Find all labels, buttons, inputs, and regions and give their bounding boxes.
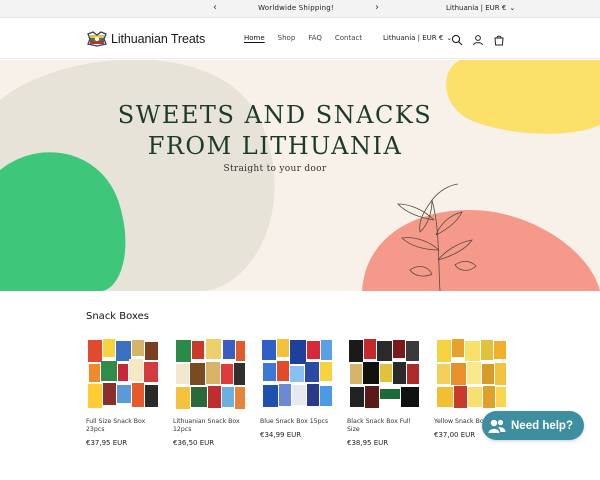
hero-banner: SWEETS AND SNACKS FROM LITHUANIA Straigh… [0, 60, 600, 291]
crest-icon [87, 31, 107, 47]
account-icon[interactable] [472, 31, 484, 46]
product-card[interactable]: Black Snack Box Full Size €38,95 EUR [347, 337, 421, 447]
product-name[interactable]: Blue Snack Box 15pcs [260, 418, 334, 426]
locale-selector-header[interactable]: Lithuania | EUR € ⌄ [383, 34, 452, 42]
product-card[interactable]: Blue Snack Box 15pcs €34,99 EUR [260, 337, 334, 439]
product-name[interactable]: Lithuanian Snack Box 12pcs [173, 418, 247, 434]
chat-button-label: Need help? [511, 419, 573, 432]
product-name[interactable]: Black Snack Box Full Size [347, 418, 421, 434]
cart-icon[interactable] [493, 31, 505, 46]
brand-name: Lithuanian Treats [111, 32, 206, 46]
nav-faq[interactable]: FAQ [308, 34, 322, 42]
hero-title-line-1: SWEETS AND SNACKS [117, 101, 433, 129]
product-price: €36,50 EUR [173, 439, 215, 447]
locale-label: Lithuania | EUR € [446, 4, 507, 12]
locale-label: Lithuania | EUR € [383, 34, 444, 42]
site-header: Lithuanian Treats Home Shop FAQ Contact … [0, 19, 600, 59]
product-price: €37,95 EUR [86, 439, 128, 447]
product-image[interactable] [347, 337, 421, 411]
locale-selector-top[interactable]: Lithuania | EUR € ⌄ [446, 4, 515, 12]
hero-title-line-2: FROM LITHUANIA [147, 132, 403, 160]
chat-people-icon [488, 419, 506, 433]
nav-contact[interactable]: Contact [335, 34, 362, 42]
header-icons [451, 31, 505, 46]
need-help-chat-button[interactable]: Need help? [482, 411, 584, 440]
product-image[interactable] [173, 337, 247, 411]
main-nav: Home Shop FAQ Contact [244, 34, 362, 42]
product-name[interactable]: Full Size Snack Box 23pcs [86, 418, 160, 434]
product-card[interactable]: Full Size Snack Box 23pcs €37,95 EUR [86, 337, 160, 447]
product-image[interactable] [434, 337, 508, 411]
nav-home[interactable]: Home [244, 34, 265, 42]
nav-shop[interactable]: Shop [278, 34, 296, 42]
brand-logo[interactable]: Lithuanian Treats [87, 31, 205, 47]
product-price: €38,95 EUR [347, 439, 389, 447]
chevron-down-icon: ⌄ [509, 4, 516, 12]
product-image[interactable] [260, 337, 334, 411]
section-title: Snack Boxes [86, 311, 149, 322]
next-announcement-arrow[interactable]: › [372, 2, 382, 14]
product-image[interactable] [86, 337, 160, 411]
hero-background-shapes [0, 60, 600, 291]
product-card[interactable]: Lithuanian Snack Box 12pcs €36,50 EUR [173, 337, 247, 447]
hero-title: SWEETS AND SNACKS FROM LITHUANIA [0, 100, 550, 162]
announcement-bar: ‹ Worldwide Shipping! › Lithuania | EUR … [0, 0, 600, 18]
hero-subtitle: Straight to your door [223, 164, 327, 174]
product-price: €34,99 EUR [260, 431, 302, 439]
search-icon[interactable] [451, 31, 463, 46]
